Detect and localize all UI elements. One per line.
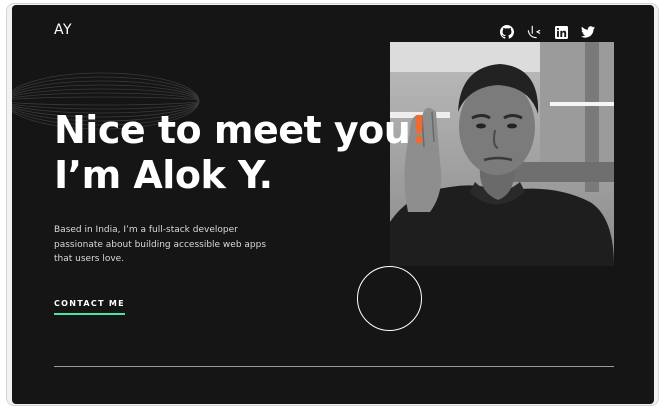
heading-line-1: Nice to meet you [54,108,411,152]
frontend-mentor-icon [527,25,541,39]
linkedin-link[interactable] [552,24,570,40]
twitter-icon [581,26,595,38]
twitter-link[interactable] [579,24,597,40]
decorative-circle [357,266,422,331]
frontend-mentor-link[interactable] [525,24,543,40]
github-icon [500,25,514,39]
intro-text: Based in India, I’m a full-stack develop… [54,225,267,264]
linkedin-icon [554,25,568,39]
heading-exclamation: ! [410,108,428,152]
heading-line-2: I’m Alok Y. [54,153,273,197]
contact-me-link[interactable]: CONTACT ME [54,299,125,315]
social-links [498,24,597,40]
hero-heading: Nice to meet you! I’m Alok Y. [54,108,428,198]
github-link[interactable] [498,24,516,40]
section-divider [54,366,614,367]
portfolio-page: AY Nice to meet you! I’m Alok Y. Based i… [12,5,654,404]
site-logo[interactable]: AY [54,22,72,38]
